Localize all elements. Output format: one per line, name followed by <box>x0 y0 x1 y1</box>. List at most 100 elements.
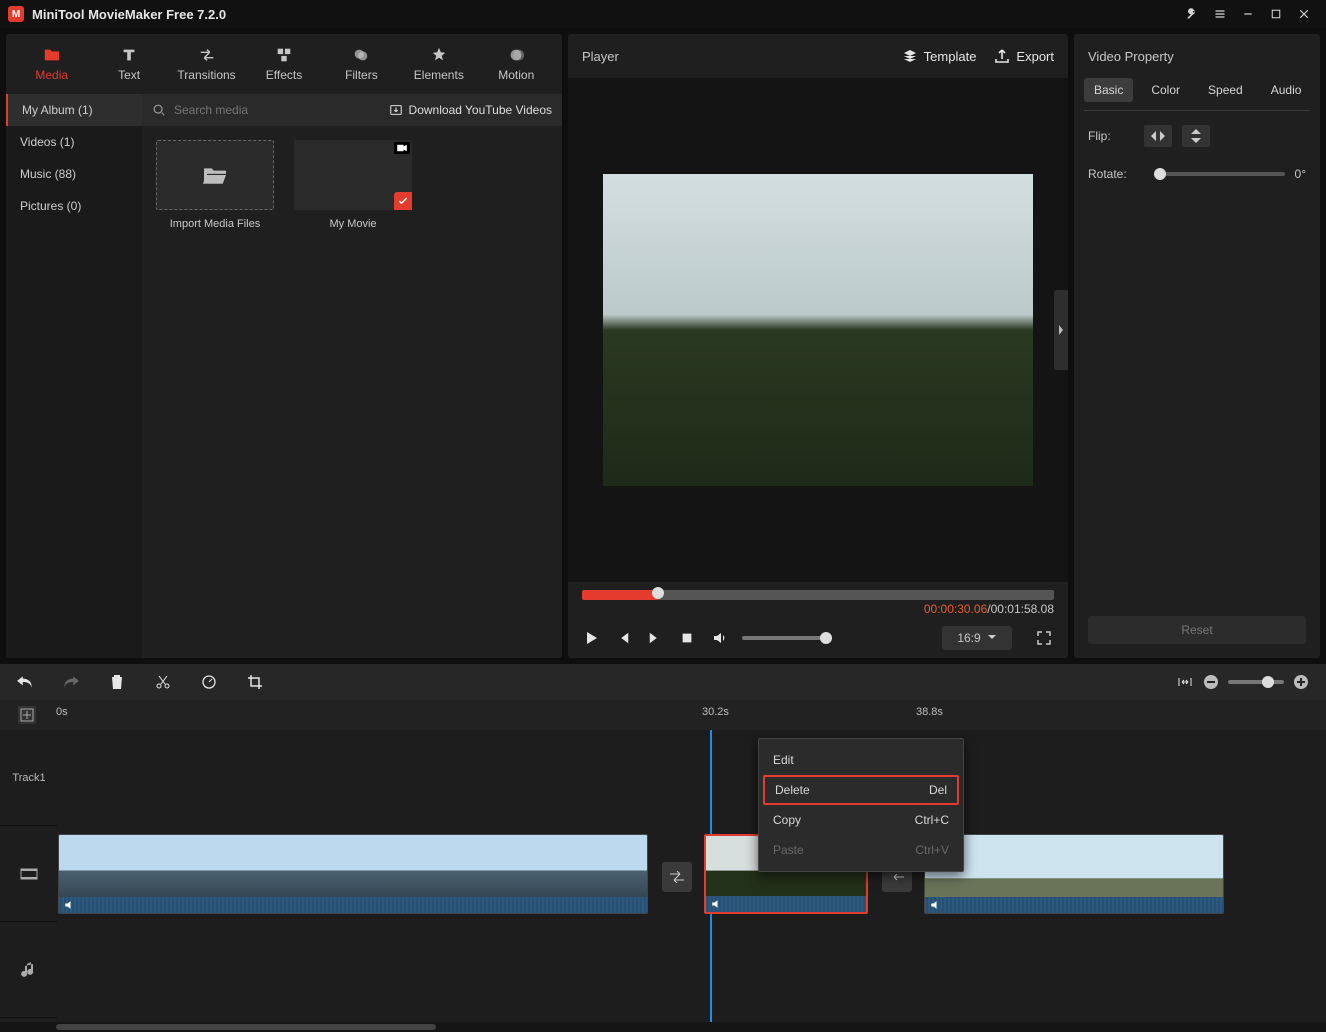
speed-button[interactable] <box>200 673 218 691</box>
preview-frame <box>603 174 1033 486</box>
tab-elements-label: Elements <box>414 68 464 82</box>
flip-horizontal-button[interactable] <box>1144 125 1172 147</box>
ctx-edit[interactable]: Edit <box>763 745 959 775</box>
app-logo: M <box>8 6 24 22</box>
media-panel: Media Text Transitions Effects Filters <box>6 34 562 658</box>
tab-media[interactable]: Media <box>14 36 89 92</box>
check-icon <box>394 192 412 210</box>
close-icon[interactable] <box>1290 3 1318 25</box>
template-button[interactable]: Template <box>902 48 977 64</box>
download-icon <box>389 103 403 117</box>
fullscreen-button[interactable] <box>1034 628 1054 648</box>
track-header-audio[interactable] <box>0 922 58 1018</box>
reset-button[interactable]: Reset <box>1088 616 1306 644</box>
ctx-delete[interactable]: DeleteDel <box>763 775 959 805</box>
track-body[interactable]: Edit DeleteDel CopyCtrl+C PasteCtrl+V <box>58 730 1326 1022</box>
tab-transitions[interactable]: Transitions <box>169 36 244 92</box>
delete-button[interactable] <box>108 673 126 691</box>
audio-track-icon <box>21 962 37 978</box>
split-button[interactable] <box>154 673 172 691</box>
search-icon <box>152 103 166 117</box>
rotate-slider[interactable] <box>1154 172 1285 176</box>
redo-button[interactable] <box>62 673 80 691</box>
search-input[interactable] <box>174 103 334 117</box>
player-seekbar[interactable] <box>582 590 1054 600</box>
transitions-icon <box>198 46 216 64</box>
tab-transitions-label: Transitions <box>177 68 235 82</box>
aspect-ratio-select[interactable]: 16:9 <box>942 626 1012 650</box>
timeline-area: 0s 30.2s 38.8s Track1 <box>0 664 1326 1032</box>
tab-filters[interactable]: Filters <box>324 36 399 92</box>
ctx-edit-label: Edit <box>773 753 794 767</box>
volume-slider[interactable] <box>742 636 832 640</box>
properties-title: Video Property <box>1074 34 1320 78</box>
timeline-scrollbar[interactable] <box>0 1022 1326 1032</box>
player-controls: 16:9 <box>568 618 1068 658</box>
context-menu: Edit DeleteDel CopyCtrl+C PasteCtrl+V <box>758 738 964 872</box>
aspect-ratio-value: 16:9 <box>957 631 980 645</box>
folder-icon <box>43 46 61 64</box>
track-header-1[interactable]: Track1 <box>0 730 58 826</box>
menu-icon[interactable] <box>1206 3 1234 25</box>
timeline-toolbar <box>0 664 1326 700</box>
export-button[interactable]: Export <box>994 48 1054 64</box>
media-sidebar: My Album (1) Videos (1) Music (88) Pictu… <box>6 94 142 658</box>
rotate-value: 0° <box>1295 167 1306 181</box>
prop-tab-audio[interactable]: Audio <box>1261 78 1312 102</box>
player-panel: Player Template Export <box>568 34 1068 658</box>
transition-slot-1[interactable] <box>662 862 692 892</box>
expand-properties-handle[interactable] <box>1054 290 1068 370</box>
tab-media-label: Media <box>35 68 68 82</box>
player-title: Player <box>582 49 619 64</box>
tab-text[interactable]: Text <box>91 36 166 92</box>
import-media-label: Import Media Files <box>170 218 260 230</box>
zoom-out-button[interactable] <box>1202 673 1220 691</box>
prop-tab-color[interactable]: Color <box>1141 78 1190 102</box>
track-headers: Track1 <box>0 730 58 1022</box>
clip-1[interactable] <box>58 834 648 914</box>
stop-button[interactable] <box>678 629 696 647</box>
maximize-icon[interactable] <box>1262 3 1290 25</box>
video-track-icon <box>20 867 38 881</box>
media-search-row: Download YouTube Videos <box>142 94 562 126</box>
ctx-copy[interactable]: CopyCtrl+C <box>763 805 959 835</box>
clip-3[interactable] <box>924 834 1224 914</box>
tab-motion-label: Motion <box>498 68 534 82</box>
tab-effects[interactable]: Effects <box>246 36 321 92</box>
minimize-icon[interactable] <box>1234 3 1262 25</box>
player-preview <box>568 78 1068 582</box>
sidebar-item-videos[interactable]: Videos (1) <box>6 126 142 158</box>
prop-tab-basic[interactable]: Basic <box>1084 78 1133 102</box>
timeline-ruler[interactable]: 0s 30.2s 38.8s <box>0 700 1326 730</box>
download-youtube-button[interactable]: Download YouTube Videos <box>389 103 552 117</box>
sidebar-item-album[interactable]: My Album (1) <box>6 94 142 126</box>
import-media-tile[interactable]: Import Media Files <box>156 140 274 230</box>
key-icon[interactable] <box>1178 3 1206 25</box>
prev-frame-button[interactable] <box>614 629 632 647</box>
play-button[interactable] <box>582 629 600 647</box>
crop-button[interactable] <box>246 673 264 691</box>
media-clip-mymovie[interactable]: My Movie <box>294 140 412 230</box>
add-track-button[interactable] <box>18 706 36 724</box>
volume-button[interactable] <box>710 629 728 647</box>
undo-button[interactable] <box>16 673 34 691</box>
main-tabstrip: Media Text Transitions Effects Filters <box>6 34 562 94</box>
ctx-paste: PasteCtrl+V <box>763 835 959 865</box>
tab-text-label: Text <box>118 68 140 82</box>
track-header-video[interactable] <box>0 826 58 922</box>
zoom-in-button[interactable] <box>1292 673 1310 691</box>
speaker-icon <box>710 898 722 910</box>
sidebar-item-music[interactable]: Music (88) <box>6 158 142 190</box>
flip-vertical-button[interactable] <box>1182 125 1210 147</box>
export-icon <box>994 48 1010 64</box>
zoom-slider[interactable] <box>1228 680 1284 684</box>
prop-tab-speed[interactable]: Speed <box>1198 78 1253 102</box>
fit-timeline-button[interactable] <box>1176 673 1194 691</box>
tab-elements[interactable]: Elements <box>401 36 476 92</box>
player-total-time: 00:01:58.08 <box>991 602 1054 616</box>
next-frame-button[interactable] <box>646 629 664 647</box>
sidebar-item-pictures[interactable]: Pictures (0) <box>6 190 142 222</box>
export-label: Export <box>1016 49 1054 64</box>
media-clip-label: My Movie <box>329 218 376 230</box>
tab-motion[interactable]: Motion <box>479 36 554 92</box>
